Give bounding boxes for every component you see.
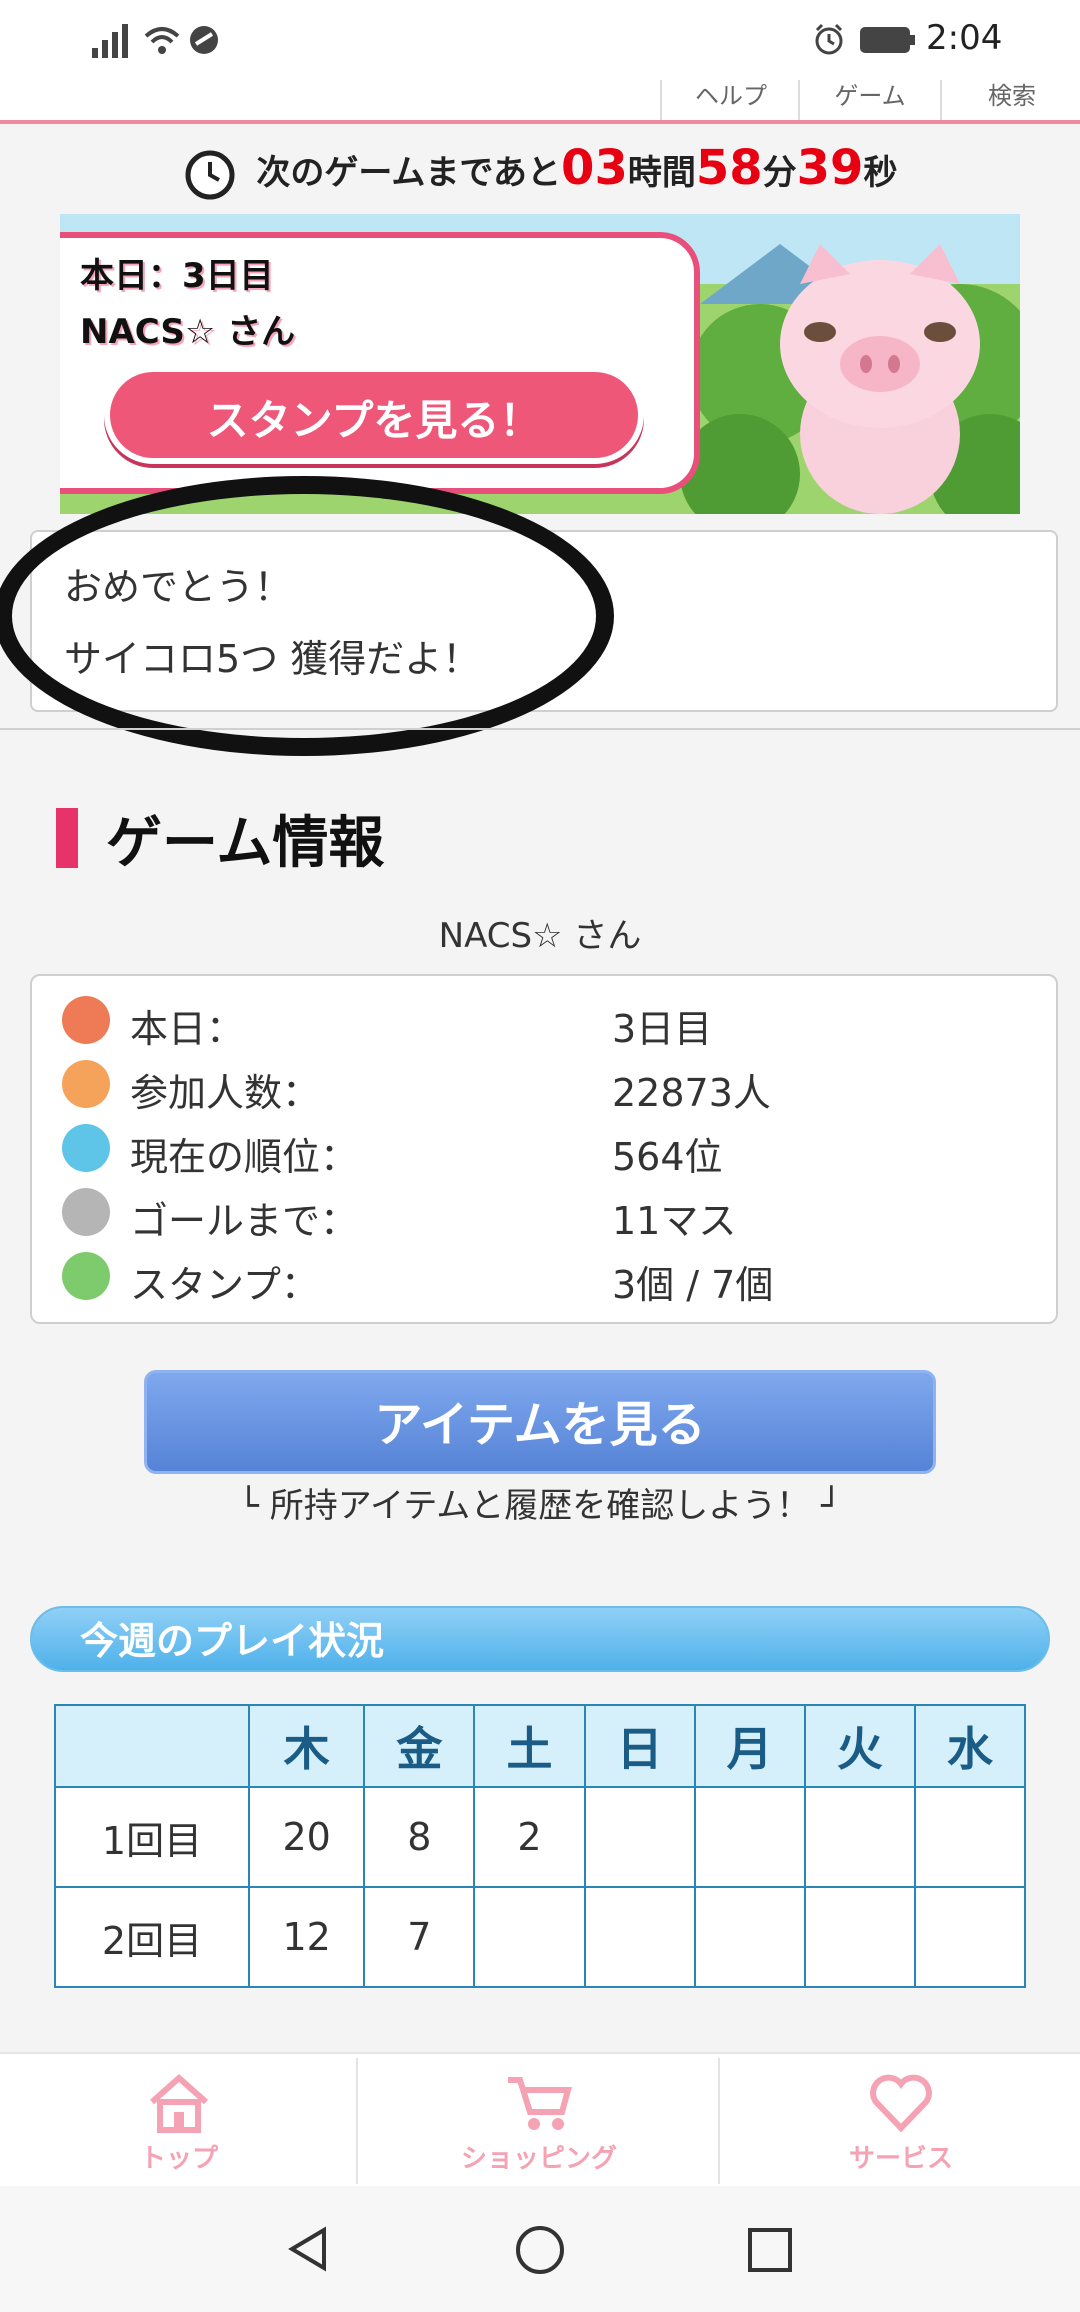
star-icon — [62, 1252, 110, 1300]
countdown-minutes: 58 — [695, 140, 763, 196]
info-row-participants: 参加人数： 22873人 — [32, 1054, 1056, 1118]
countdown-minutes-unit: 分 — [762, 153, 797, 193]
nav-separator — [356, 2058, 358, 2184]
view-items-button[interactable]: アイテムを見る — [144, 1370, 936, 1474]
tab-help[interactable]: ヘルプ — [660, 80, 800, 120]
countdown-prefix: 次のゲームまであと — [256, 153, 562, 193]
day-header: 水 — [913, 1704, 1027, 1788]
table-cell: 20 — [247, 1786, 366, 1888]
tab-search[interactable]: 検索 — [940, 80, 1080, 120]
alarm-icon — [815, 23, 843, 55]
signal-icon — [92, 24, 128, 58]
game-info-box: 本日： 3日目 参加人数： 22873人 現在の順位： 564位 ゴールまで： … — [30, 974, 1058, 1324]
checkered-flag-icon — [62, 1188, 110, 1236]
table-header-row: 木 金 土 日 月 火 水 — [54, 1704, 1027, 1788]
person-icon — [62, 1060, 110, 1108]
section-title-game-info: ゲーム情報 — [106, 811, 385, 876]
stamp-banner[interactable]: 本日：3日目 NACS☆ さん スタンプを見る！ — [60, 214, 1020, 514]
clock-time: 2:04 — [926, 18, 1003, 58]
bottom-nav: トップ ショッピング サービス — [0, 2052, 1080, 2188]
day-header: 金 — [363, 1704, 476, 1788]
table-cell — [803, 1786, 916, 1888]
info-row-today: 本日： 3日目 — [32, 990, 1056, 1054]
row-label: 1回目 — [54, 1786, 250, 1888]
info-row-goal: ゴールまで： 11マス — [32, 1182, 1056, 1246]
clock-icon — [185, 150, 235, 199]
day-header: 日 — [583, 1704, 696, 1788]
tab-game[interactable]: ゲーム — [798, 80, 940, 120]
info-label: 現在の順位： — [130, 1135, 359, 1179]
row-label: 2回目 — [54, 1886, 250, 1988]
table-row: 2回目 12 7 — [54, 1886, 1027, 1988]
info-value: 11マス — [612, 1199, 737, 1243]
day-header: 土 — [473, 1704, 586, 1788]
table-cell — [583, 1786, 696, 1888]
info-label: スタンプ： — [130, 1263, 319, 1307]
table-row: 1回目 20 8 2 — [54, 1786, 1027, 1888]
day-header: 木 — [247, 1704, 366, 1788]
countdown: 次のゲームまであと03時間58分39秒 — [0, 140, 1080, 202]
system-nav-bar — [0, 2186, 1080, 2312]
countdown-hours: 03 — [561, 140, 628, 196]
banner-user: NACS☆ さん — [80, 312, 296, 352]
cart-icon — [508, 2077, 572, 2130]
nav-separator — [718, 2058, 720, 2184]
nav-label: サービス — [848, 2144, 953, 2174]
day-header: 火 — [803, 1704, 916, 1788]
table-cell — [913, 1886, 1027, 1988]
table-cell — [913, 1786, 1027, 1888]
info-value: 3個 / 7個 — [612, 1263, 774, 1307]
nav-label: トップ — [139, 2144, 218, 2174]
recent-apps-icon[interactable] — [746, 2226, 794, 2274]
table-cell: 7 — [363, 1886, 476, 1988]
info-label: 参加人数： — [130, 1071, 321, 1115]
pin-icon — [62, 996, 110, 1044]
table-cell: 8 — [363, 1786, 476, 1888]
view-items-caption: └ 所持アイテムと履歴を確認しよう！ ┘ — [238, 1486, 842, 1526]
countdown-seconds-unit: 秒 — [863, 153, 898, 193]
table-cell: 12 — [247, 1886, 366, 1988]
info-row-rank: 現在の順位： 564位 — [32, 1118, 1056, 1182]
countdown-seconds: 39 — [796, 140, 864, 196]
annotation-circle — [0, 476, 614, 756]
table-cell — [473, 1886, 586, 1988]
table-cell — [693, 1886, 806, 1988]
back-icon[interactable] — [284, 2224, 334, 2274]
divider — [0, 728, 1080, 730]
section-marker — [56, 808, 78, 868]
home-button-icon[interactable] — [514, 2224, 566, 2276]
wifi-icon — [144, 27, 180, 54]
table-cell — [693, 1786, 806, 1888]
player-name: NACS☆ さん — [438, 916, 642, 956]
flag-icon — [62, 1124, 110, 1172]
info-value: 564位 — [612, 1135, 723, 1179]
nav-top[interactable]: トップ — [0, 2054, 358, 2188]
pig-mascot-icon — [780, 244, 980, 514]
view-stamps-button[interactable]: スタンプを見る！ — [104, 366, 644, 464]
info-value: 3日目 — [612, 1007, 713, 1051]
table-cell: 2 — [473, 1786, 586, 1888]
app-notification-icon — [190, 26, 218, 54]
status-bar: 2:04 — [0, 0, 1080, 80]
home-icon — [150, 2073, 208, 2133]
info-row-stamps: スタンプ： 3個 / 7個 — [32, 1246, 1056, 1310]
banner-day: 本日：3日目 — [80, 256, 274, 296]
table-cell — [583, 1886, 696, 1988]
top-tabs: ヘルプ ゲーム 検索 — [0, 80, 1080, 124]
countdown-hours-unit: 時間 — [627, 153, 696, 193]
table-cell — [803, 1886, 916, 1988]
battery-icon — [860, 27, 915, 53]
info-label: ゴールまで： — [130, 1199, 359, 1243]
table-corner — [54, 1704, 250, 1788]
heart-icon — [870, 2074, 932, 2133]
info-value: 22873人 — [612, 1071, 771, 1115]
nav-shopping[interactable]: ショッピング — [360, 2054, 718, 2188]
nav-services[interactable]: サービス — [722, 2054, 1080, 2188]
weekly-status-header: 今週のプレイ状況 — [30, 1606, 1050, 1672]
weekly-status-table: 木 金 土 日 月 火 水 1回目 20 8 2 2回目 12 7 — [54, 1704, 1027, 1988]
day-header: 月 — [693, 1704, 806, 1788]
info-label: 本日： — [130, 1007, 245, 1051]
nav-label: ショッピング — [460, 2144, 617, 2174]
